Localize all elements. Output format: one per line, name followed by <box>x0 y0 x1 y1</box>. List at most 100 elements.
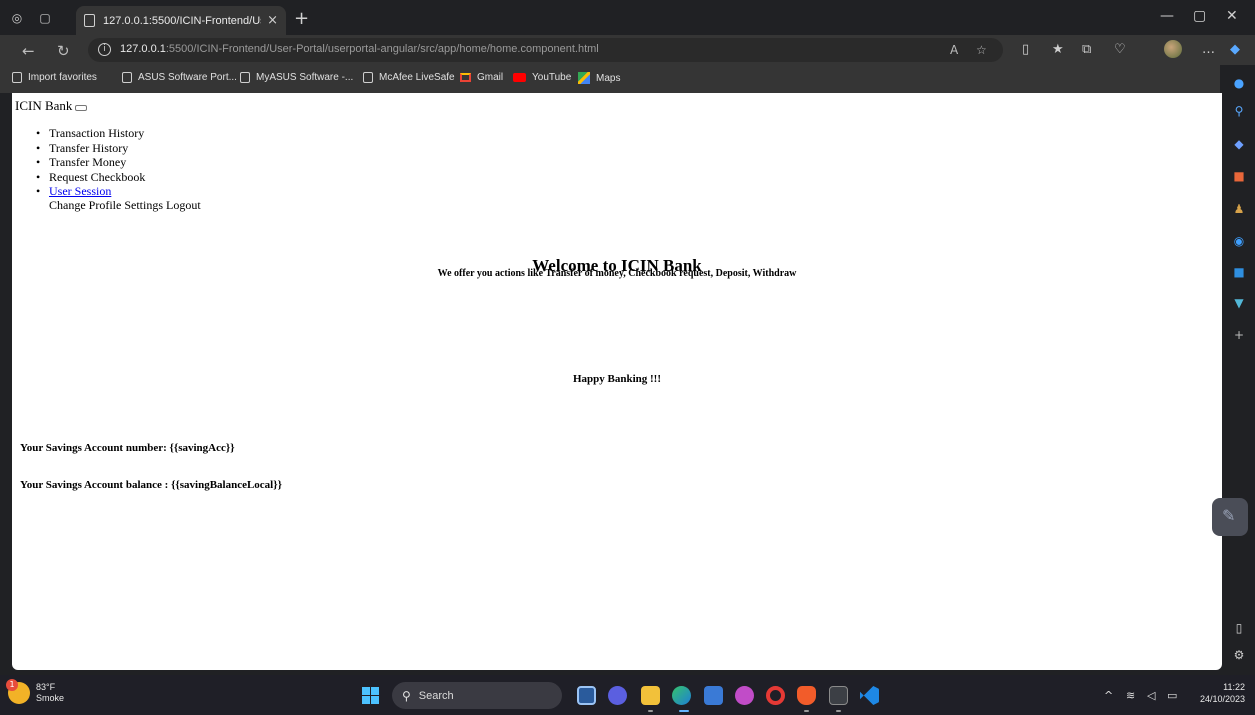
favorites-icon[interactable]: ★ <box>1052 42 1064 57</box>
teams-chat-icon[interactable] <box>608 686 627 705</box>
weather-widget[interactable]: 1 83°F Smoke <box>6 679 65 704</box>
running-indicator <box>648 710 653 712</box>
bookmark-youtube[interactable]: YouTube <box>513 72 571 83</box>
outlook-icon[interactable]: ■ <box>1232 265 1246 279</box>
tray-overflow-icon[interactable]: ^ <box>1104 689 1113 702</box>
search-icon[interactable]: ⚲ <box>1232 104 1246 118</box>
page-icon <box>363 72 373 83</box>
savings-account-number: Your Savings Account number: {{savingAcc… <box>20 442 235 454</box>
app-icon[interactable] <box>735 686 754 705</box>
sidebar-settings-icon[interactable]: ⚙ <box>1232 648 1246 662</box>
nav-item-request-checkbook[interactable]: Request Checkbook <box>36 170 145 185</box>
navbar-brand[interactable]: ICIN Bank <box>15 98 88 114</box>
nav-item-transaction-history[interactable]: Transaction History <box>36 126 145 141</box>
address-bar[interactable]: i 127.0.0.1:5500/ICIN-Frontend/User-Port… <box>88 38 1003 62</box>
task-view-icon[interactable] <box>577 686 596 705</box>
browser-tab[interactable]: 127.0.0.1:5500/ICIN-Frontend/Us × <box>76 6 286 35</box>
clock-time: 11:22 <box>1223 682 1245 692</box>
drop-icon[interactable]: ▼ <box>1232 296 1246 310</box>
browser-essentials-icon[interactable]: ♡ <box>1114 42 1126 57</box>
url-text[interactable]: 127.0.0.1:5500/ICIN-Frontend/User-Portal… <box>120 43 599 55</box>
edge-sidebar <box>1222 65 1255 675</box>
terminal-icon[interactable] <box>829 686 848 705</box>
games-icon[interactable]: ♟ <box>1232 202 1246 216</box>
favorite-star-icon[interactable]: ☆ <box>976 43 987 57</box>
split-screen-icon[interactable]: ▯ <box>1022 42 1029 57</box>
system-clock[interactable]: 11:22 24/10/2023 <box>1193 681 1245 705</box>
floating-edit-tool[interactable]: ✎ <box>1212 498 1248 536</box>
shopping-tag-icon[interactable]: ◆ <box>1232 137 1246 151</box>
page-icon <box>84 14 95 27</box>
edge-browser-icon[interactable] <box>672 686 691 705</box>
search-label: Search <box>418 689 454 702</box>
read-aloud-icon[interactable]: A <box>950 43 958 57</box>
nav-item-transfer-history[interactable]: Transfer History <box>36 141 145 156</box>
weather-temp: 83°F <box>36 682 56 692</box>
new-tab-button[interactable]: + <box>294 8 309 29</box>
happy-banking-text: Happy Banking !!! <box>572 373 662 385</box>
notification-badge: 1 <box>6 679 18 691</box>
nav-item-user-session[interactable]: User Session <box>36 184 145 199</box>
bookmark-myasus[interactable]: MyASUS Software -... <box>240 72 353 83</box>
pen-icon: ✎ <box>1222 506 1236 525</box>
vscode-icon[interactable] <box>860 686 879 705</box>
web-page: ICIN Bank Transaction History Transfer H… <box>12 93 1222 670</box>
nav-list: Transaction History Transfer History Tra… <box>36 126 145 199</box>
microsoft365-icon[interactable]: ◉ <box>1232 234 1246 248</box>
navbar-toggler-icon[interactable] <box>75 105 88 111</box>
user-session-link[interactable]: User Session <box>49 184 111 198</box>
add-sidebar-app-icon[interactable]: + <box>1232 328 1246 342</box>
bookmark-gmail[interactable]: Gmail <box>460 72 503 83</box>
ms-store-icon[interactable] <box>704 686 723 705</box>
copilot-sidebar-icon[interactable]: ● <box>1232 76 1246 90</box>
url-host: 127.0.0.1 <box>120 43 166 55</box>
address-bar-row: ← ↻ i 127.0.0.1:5500/ICIN-Frontend/User-… <box>0 35 1255 65</box>
active-indicator <box>679 710 689 712</box>
more-menu-icon[interactable]: … <box>1202 42 1215 57</box>
info-icon[interactable]: i <box>98 43 111 56</box>
nav-item-transfer-money[interactable]: Transfer Money <box>36 155 145 170</box>
profile-avatar[interactable] <box>1164 40 1182 58</box>
running-indicator <box>804 710 809 712</box>
folder-icon <box>12 72 22 83</box>
weather-desc: Smoke <box>36 693 65 703</box>
bookmark-mcafee[interactable]: McAfee LiveSafe <box>363 72 455 83</box>
brave-icon[interactable] <box>797 686 816 705</box>
bookmark-asus-software[interactable]: ASUS Software Port... <box>122 72 237 83</box>
bookmark-import-favorites[interactable]: Import favorites <box>12 72 97 83</box>
refresh-icon[interactable]: ↻ <box>57 42 70 60</box>
copilot-icon[interactable]: ◆ <box>1230 42 1240 57</box>
clock-date: 24/10/2023 <box>1199 694 1245 704</box>
volume-icon[interactable]: ◁ <box>1147 689 1155 702</box>
gmail-icon <box>460 73 471 82</box>
offer-text: We offer you actions like Transfer of mo… <box>437 268 797 279</box>
running-indicator <box>836 710 841 712</box>
user-session-dropdown[interactable]: Change Profile Settings Logout <box>49 198 201 213</box>
file-explorer-icon[interactable] <box>641 686 660 705</box>
bookmarks-bar: Import favorites ASUS Software Port... M… <box>0 65 1220 93</box>
page-icon <box>240 72 250 83</box>
taskbar-search[interactable]: ⚲ Search <box>392 682 562 709</box>
tools-icon[interactable]: ■ <box>1232 169 1246 183</box>
maps-icon <box>578 72 590 84</box>
windows-taskbar: 1 83°F Smoke ⚲ Search ^ ≋ ◁ ▭ 11:22 24/1… <box>0 675 1255 715</box>
workspaces-icon[interactable]: ◎ <box>10 11 24 25</box>
bookmark-maps[interactable]: Maps <box>578 72 620 84</box>
restore-icon[interactable]: ▢ <box>1193 8 1206 24</box>
minimize-icon[interactable]: — <box>1160 8 1174 24</box>
opera-icon[interactable] <box>766 686 785 705</box>
close-window-icon[interactable]: ✕ <box>1226 8 1238 24</box>
battery-icon[interactable]: ▭ <box>1167 689 1177 702</box>
tab-close-icon[interactable]: × <box>267 13 278 28</box>
tab-title: 127.0.0.1:5500/ICIN-Frontend/Us <box>103 14 262 27</box>
windows-start-icon[interactable] <box>362 687 379 704</box>
search-icon: ⚲ <box>402 688 411 703</box>
back-icon[interactable]: ← <box>22 42 35 60</box>
weather-sun-icon: 1 <box>6 679 30 704</box>
collections-icon[interactable]: ⧉ <box>1082 42 1091 57</box>
wifi-icon[interactable]: ≋ <box>1126 689 1135 702</box>
savings-account-balance: Your Savings Account balance : {{savingB… <box>20 479 282 491</box>
hide-sidebar-icon[interactable]: ▯ <box>1232 621 1246 635</box>
youtube-icon <box>513 73 526 82</box>
tab-actions-icon[interactable]: ▢ <box>38 11 52 25</box>
